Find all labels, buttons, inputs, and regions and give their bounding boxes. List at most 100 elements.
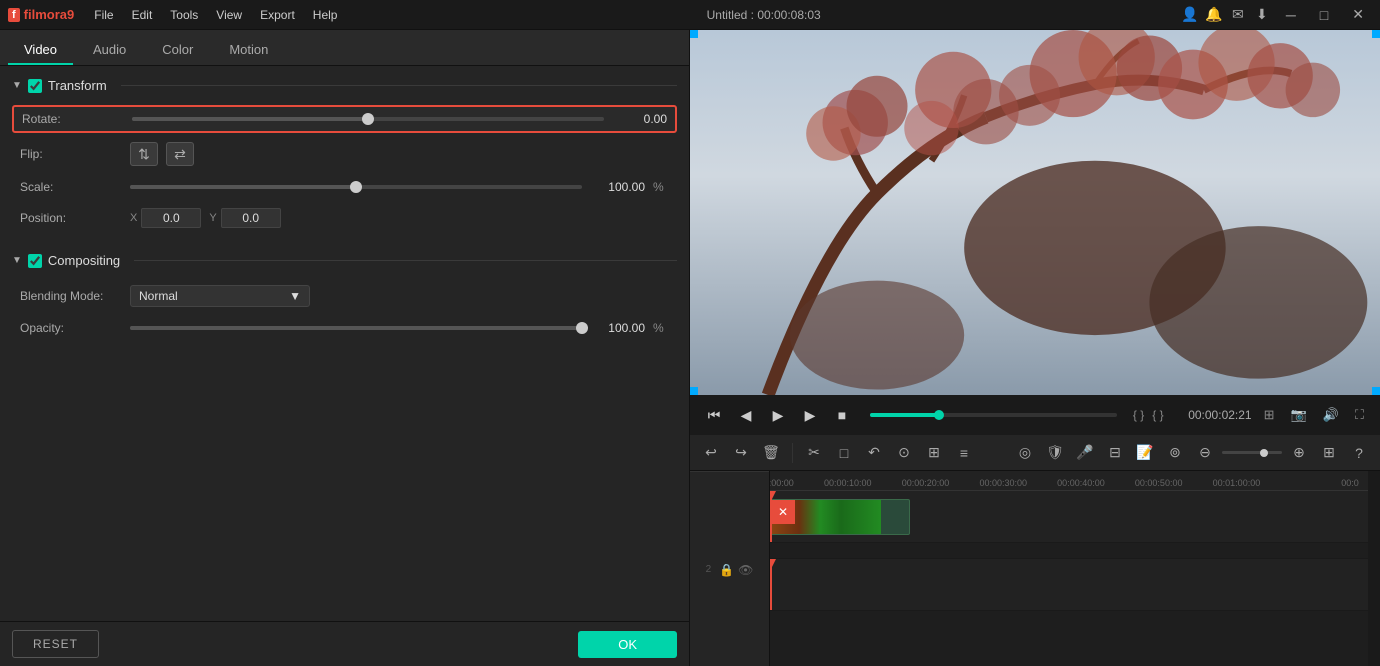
ruler-mark-1: 00:00:10:00 [824, 478, 872, 488]
minimize-button[interactable]: ─ [1278, 5, 1304, 25]
mic-button[interactable]: 🎤 [1072, 440, 1098, 466]
overlay-button[interactable]: ⊞ [921, 440, 947, 466]
audio-tool-button[interactable]: ≡ [951, 440, 977, 466]
scale-slider-thumb[interactable] [350, 181, 362, 193]
ok-button[interactable]: OK [578, 631, 677, 658]
mark-icon[interactable]: { } [1152, 408, 1163, 422]
fullscreen-icon[interactable]: ⛶ [1351, 405, 1368, 425]
scale-content: 100.00 % [130, 180, 669, 194]
split-button[interactable]: ⊟ [1102, 440, 1128, 466]
menu-help[interactable]: Help [305, 4, 346, 26]
snapshot-icon[interactable]: 📷 [1287, 405, 1311, 425]
help-button[interactable]: ? [1346, 440, 1372, 466]
progress-bar[interactable] [870, 413, 1117, 417]
timeline: ↩ ↪ 🗑 ✂ □ ↶ ⊙ ⊞ ≡ ◎ 🛡 🎤 ⊟ 📝 ⊚ ⊖ [690, 435, 1380, 666]
flip-vertical-button[interactable]: ⇄ [166, 142, 194, 166]
blending-mode-dropdown[interactable]: Normal ▼ [130, 285, 310, 307]
mail-icon[interactable]: ✉ [1230, 7, 1246, 23]
rotate-content: 0.00 [132, 112, 667, 126]
delete-button[interactable]: 🗑 [758, 440, 784, 466]
fit-button[interactable]: ◎ [1012, 440, 1038, 466]
titlebar-left: f filmora9 File Edit Tools View Export H… [8, 4, 345, 26]
menu-edit[interactable]: Edit [124, 4, 161, 26]
dropdown-chevron-icon: ▼ [289, 289, 301, 303]
menu-export[interactable]: Export [252, 4, 303, 26]
rotate-tool-button[interactable]: ↶ [861, 440, 887, 466]
scale-slider[interactable] [130, 185, 582, 189]
crop-button[interactable]: □ [831, 440, 857, 466]
menu-view[interactable]: View [208, 4, 250, 26]
grid-button[interactable]: ⊞ [1316, 440, 1342, 466]
step-forward-button[interactable]: ▶ [798, 403, 822, 427]
compositing-header[interactable]: ▼ Compositing [12, 249, 677, 272]
opacity-content: 100.00 % [130, 321, 669, 335]
transform-checkbox[interactable] [28, 79, 42, 93]
tab-color[interactable]: Color [146, 36, 209, 65]
tab-motion[interactable]: Motion [213, 36, 284, 65]
edit-button[interactable]: 📝 [1132, 440, 1158, 466]
opacity-value[interactable]: 100.00 [590, 321, 645, 335]
video-clip-1[interactable] [770, 499, 910, 535]
cut-button[interactable]: ✂ [801, 440, 827, 466]
rotate-slider-thumb[interactable] [362, 113, 374, 125]
tab-audio[interactable]: Audio [77, 36, 142, 65]
window-title: Untitled : 00:00:08:03 [707, 8, 821, 22]
redo-button[interactable]: ↪ [728, 440, 754, 466]
position-x-input[interactable] [141, 208, 201, 228]
compositing-title: Compositing [48, 253, 120, 268]
transform-divider [121, 85, 677, 86]
opacity-slider[interactable] [130, 326, 582, 330]
tab-video[interactable]: Video [8, 36, 73, 65]
position-row: Position: X Y [12, 203, 677, 233]
clip-delete-button[interactable] [771, 500, 795, 524]
effect-button[interactable]: ⊙ [891, 440, 917, 466]
maximize-button[interactable]: □ [1312, 5, 1336, 25]
transform-chevron: ▼ [12, 80, 22, 91]
track-2-area [770, 491, 1368, 542]
download-icon[interactable]: ⬇ [1254, 7, 1270, 23]
flip-horizontal-button[interactable]: ⇅ [130, 142, 158, 166]
time-display: 00:00:02:21 [1172, 408, 1252, 422]
play-button[interactable]: ▶ [766, 403, 790, 427]
user-icon[interactable]: 👤 [1182, 7, 1198, 23]
compositing-checkbox[interactable] [28, 254, 42, 268]
timeline-right-tools: ◎ 🛡 🎤 ⊟ 📝 ⊚ ⊖ ⊕ ⊞ ? [1012, 440, 1372, 466]
rotate-value[interactable]: 0.00 [612, 112, 667, 126]
menu-tools[interactable]: Tools [162, 4, 206, 26]
progress-fill [870, 413, 939, 417]
menu-file[interactable]: File [86, 4, 121, 26]
loop-icon[interactable]: { } [1133, 408, 1144, 422]
overlay-tool[interactable]: ⊚ [1162, 440, 1188, 466]
step-back-button[interactable]: ◀ [734, 403, 758, 427]
logo-icon: f [8, 8, 20, 22]
minus-icon[interactable]: ⊖ [1192, 440, 1218, 466]
close-button[interactable]: ✕ [1344, 4, 1372, 25]
zoom-slider[interactable] [1222, 451, 1282, 454]
track-1-area [770, 559, 1368, 610]
zoom-thumb[interactable] [1260, 449, 1268, 457]
notification-icon[interactable]: 🔔 [1206, 7, 1222, 23]
preview-canvas [690, 30, 1380, 395]
titlebar-right: 👤 🔔 ✉ ⬇ ─ □ ✕ [1182, 4, 1372, 25]
screen-size-icon[interactable]: ⊞ [1260, 405, 1279, 425]
opacity-slider-thumb[interactable] [576, 322, 588, 334]
opacity-row: Opacity: 100.00 % [12, 316, 677, 340]
plus-icon[interactable]: ⊕ [1286, 440, 1312, 466]
progress-thumb[interactable] [934, 410, 944, 420]
ruler-mark-7: 00:0 [1341, 478, 1359, 488]
transform-header[interactable]: ▼ Transform [12, 74, 677, 97]
track-2-controls: 2 🔒 👁 [690, 472, 770, 666]
position-y-input[interactable] [221, 208, 281, 228]
stop-button[interactable]: ■ [830, 403, 854, 427]
volume-icon[interactable]: 🔊 [1319, 405, 1343, 425]
reset-button[interactable]: RESET [12, 630, 99, 658]
shield-button[interactable]: 🛡 [1042, 440, 1068, 466]
rotate-slider[interactable] [132, 117, 604, 121]
undo-button[interactable]: ↩ [698, 440, 724, 466]
skip-back-button[interactable]: ⏮ [702, 403, 726, 427]
track-2-lock-icon[interactable]: 🔒 [719, 563, 734, 577]
blending-mode-content: Normal ▼ [130, 285, 669, 307]
scale-value[interactable]: 100.00 [590, 180, 645, 194]
track-2-eye-icon[interactable]: 👁 [738, 563, 753, 577]
timeline-scrollbar[interactable] [1368, 471, 1380, 666]
